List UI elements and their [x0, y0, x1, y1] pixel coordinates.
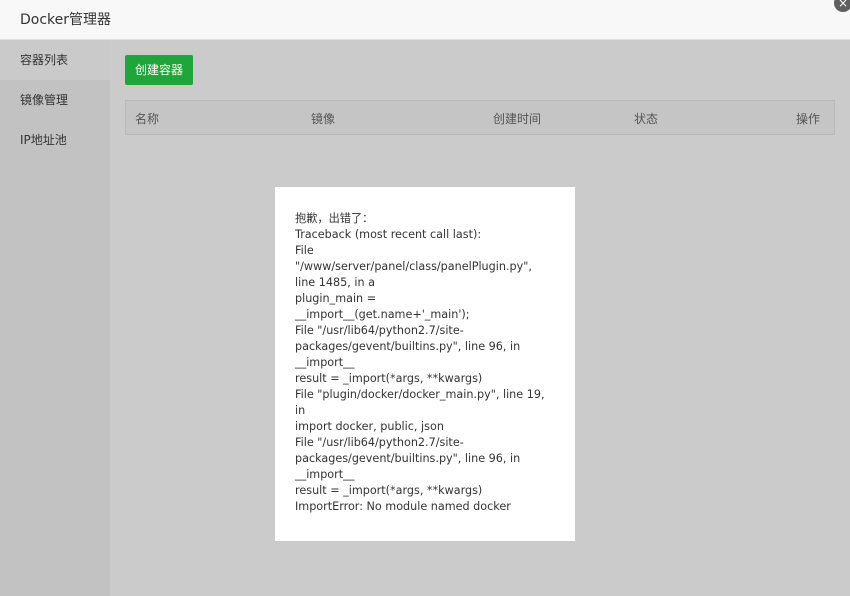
sidebar-item-ip-pool[interactable]: IP地址池 [0, 120, 110, 160]
sidebar-item-label: IP地址池 [20, 133, 67, 147]
error-line: File "/usr/lib64/python2.7/site- [295, 324, 464, 337]
create-container-button[interactable]: 创建容器 [125, 55, 194, 85]
sidebar-item-label: 镜像管理 [20, 93, 69, 107]
sidebar-item-container-list[interactable]: 容器列表 [0, 40, 110, 80]
error-line: result = _import(*args, **kwargs) [295, 484, 483, 497]
column-header-name: 名称 [135, 112, 160, 126]
error-line: Traceback (most recent call last): [295, 228, 482, 241]
error-line: result = _import(*args, **kwargs) [295, 372, 483, 385]
error-line: in [295, 404, 306, 417]
error-line: packages/gevent/builtins.py", line 96, i… [295, 340, 521, 353]
error-line: 抱歉，出错了： [295, 212, 374, 225]
error-line: line 1485, in a [295, 276, 375, 289]
sidebar-item-label: 容器列表 [20, 53, 69, 67]
error-line: "/www/server/panel/class/panelPlugin.py"… [295, 260, 532, 273]
window-titlebar: Docker管理器 [0, 0, 850, 40]
table-header: 名称 镜像 创建时间 状态 操作 [125, 100, 835, 135]
sidebar-item-image-management[interactable]: 镜像管理 [0, 80, 110, 120]
sidebar: 容器列表 镜像管理 IP地址池 [0, 40, 110, 596]
error-line: import docker, public, json [295, 420, 444, 433]
error-line: ImportError: No module named docker [295, 500, 511, 513]
column-header-status: 状态 [634, 112, 659, 126]
error-line: File [295, 244, 314, 257]
error-line: __import__ [295, 356, 355, 369]
column-header-actions: 操作 [796, 112, 821, 126]
error-line: __import__(get.name+'_main'); [295, 308, 470, 321]
error-line: File "/usr/lib64/python2.7/site- [295, 436, 464, 449]
error-line: plugin_main = [295, 292, 377, 305]
column-header-created-time: 创建时间 [493, 112, 542, 126]
error-line: File "plugin/docker/docker_main.py", lin… [295, 388, 545, 401]
column-header-image: 镜像 [311, 112, 336, 126]
error-dialog: 抱歉，出错了： Traceback (most recent call last… [275, 187, 575, 541]
error-line: __import__ [295, 468, 355, 481]
window-title: Docker管理器 [20, 12, 112, 28]
error-line: packages/gevent/builtins.py", line 96, i… [295, 452, 521, 465]
